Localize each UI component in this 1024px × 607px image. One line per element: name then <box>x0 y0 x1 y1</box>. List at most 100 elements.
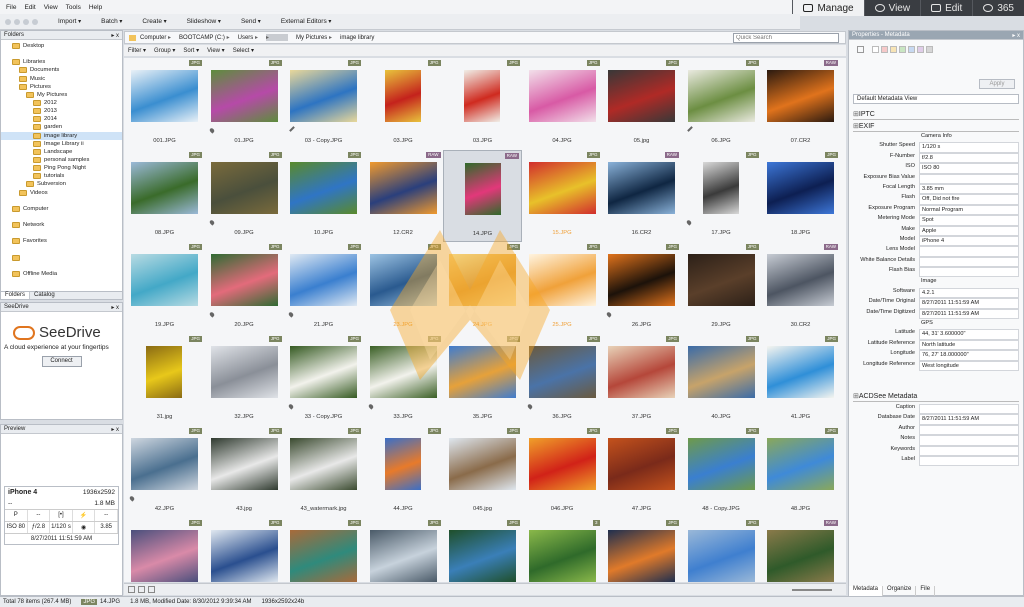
mode-manage[interactable]: Manage <box>792 0 864 16</box>
thumbnail-item[interactable]: JPG <box>125 518 204 582</box>
tree-item[interactable]: personal samples <box>1 156 122 164</box>
tree-item[interactable]: Desktop <box>1 42 122 50</box>
thumbnail-item[interactable]: RAW 14.JPG <box>443 150 522 242</box>
tab-file[interactable]: File <box>916 586 936 596</box>
acdsee-metadata-section[interactable]: ACDSee Metadata <box>853 392 1019 402</box>
tab-catalog[interactable]: Catalog <box>30 292 59 299</box>
tab-organize[interactable]: Organize <box>883 586 917 596</box>
thumbnail-item[interactable]: JPG <box>682 518 761 582</box>
thumbnail-item[interactable]: RAW 16.CR2 <box>602 150 681 242</box>
thumbnail-item[interactable]: JPG 03 - Copy.JPG <box>284 58 363 150</box>
tree-item[interactable]: 2012 <box>1 99 122 107</box>
metadata-value[interactable]: Normal Program <box>919 204 1019 216</box>
tree-item[interactable]: Landscape <box>1 148 122 156</box>
tab-metadata[interactable]: Metadata <box>849 586 884 596</box>
tree-item[interactable]: Network <box>1 221 122 229</box>
connect-button[interactable]: Connect <box>41 356 82 367</box>
thumbnail-item[interactable]: JPG 20.JPG <box>205 242 284 334</box>
crumb-bootcamp[interactable]: BOOTCAMP (C:) <box>179 34 230 41</box>
crumb-my-pictures[interactable]: My Pictures <box>296 34 332 41</box>
thumbnail-item[interactable]: RAW 30.CR2 <box>761 242 840 334</box>
close-icon[interactable]: ▸ x <box>1012 32 1020 39</box>
crumb-computer[interactable]: Computer <box>140 34 171 41</box>
thumbnail-item[interactable]: 3 <box>523 518 602 582</box>
send-button[interactable]: Send <box>241 18 261 25</box>
thumbnail-item[interactable]: RAW <box>761 518 840 582</box>
tree-item[interactable]: tutorials <box>1 172 122 180</box>
menu-tools[interactable]: Tools <box>66 4 81 11</box>
tree-item[interactable]: Image Library ii <box>1 140 122 148</box>
swatch-icon[interactable] <box>908 45 915 53</box>
thumbnail-item[interactable]: JPG 001.JPG <box>125 58 204 150</box>
metadata-value[interactable]: 8/27/2011 11:51:59 AM <box>919 414 1019 425</box>
metadata-value[interactable]: 4.2.1 <box>919 287 1019 299</box>
thumbnail-item[interactable]: JPG 48.JPG <box>761 426 840 518</box>
thumbnail-item[interactable]: JPG 48 - Copy.JPG <box>682 426 761 518</box>
menu-view[interactable]: View <box>44 4 58 11</box>
metadata-value[interactable]: f/2.8 <box>919 152 1019 164</box>
metadata-value[interactable] <box>919 173 1019 184</box>
tree-item[interactable]: Videos <box>1 189 122 197</box>
metadata-value[interactable]: 76, 27' 18.000000" <box>919 350 1019 361</box>
tree-item[interactable] <box>1 254 122 262</box>
metadata-value[interactable]: 8/27/2011 11:51:59 AM <box>919 298 1019 309</box>
tree-item[interactable]: Subversion <box>1 180 122 188</box>
pin-icon[interactable]: ▸ x <box>111 304 119 311</box>
metadata-value[interactable]: 1/120 s <box>919 142 1019 153</box>
metadata-value[interactable]: iPhone 4 <box>919 235 1019 247</box>
apply-button[interactable]: Apply <box>979 79 1015 89</box>
filter-menu[interactable]: Filter <box>128 47 146 54</box>
thumbnail-item[interactable]: JPG 15.JPG <box>523 150 602 242</box>
tree-item[interactable]: Ping Pong Night <box>1 164 122 172</box>
thumbnail-item[interactable]: JPG 47.JPG <box>602 426 681 518</box>
crumb-users[interactable]: Users <box>238 34 258 41</box>
metadata-value[interactable]: West longitude <box>919 360 1019 371</box>
refresh-icon[interactable] <box>148 586 155 593</box>
thumbnail-item[interactable]: JPG 18.JPG <box>761 150 840 242</box>
thumbnail-item[interactable]: JPG 24.JPG <box>443 242 522 334</box>
metadata-view-select[interactable]: Default Metadata View <box>853 94 1019 104</box>
zoom-slider[interactable] <box>792 589 832 591</box>
pin-icon[interactable]: ▸ x <box>111 32 119 39</box>
metadata-value[interactable] <box>919 256 1019 268</box>
thumbnail-item[interactable]: JPG 26.JPG <box>602 242 681 334</box>
iptc-section[interactable]: IPTC <box>853 110 1019 120</box>
thumbnail-item[interactable]: JPG 42.JPG <box>125 426 204 518</box>
menu-file[interactable]: File <box>6 4 16 11</box>
metadata-value[interactable] <box>919 424 1019 436</box>
thumbnail-item[interactable]: JPG 35.JPG <box>443 334 522 426</box>
thumbnail-item[interactable]: JPG 29.JPG <box>682 242 761 334</box>
thumbnail-item[interactable]: JPG 03.JPG <box>364 58 443 150</box>
thumbnail-item[interactable]: JPG 33 - Copy.JPG <box>284 334 363 426</box>
tree-item[interactable]: Pictures <box>1 83 122 91</box>
thumbnail-item[interactable]: JPG 19.JPG <box>125 242 204 334</box>
tree-item[interactable]: Libraries <box>1 58 122 66</box>
rotate-icon[interactable] <box>138 586 145 593</box>
menu-help[interactable]: Help <box>89 4 102 11</box>
swatch-icon[interactable] <box>890 45 897 53</box>
swatch-icon[interactable] <box>881 45 888 53</box>
metadata-value[interactable] <box>919 445 1019 456</box>
crumb-image-library[interactable]: image library <box>340 35 374 41</box>
thumbnail-item[interactable]: JPG 33.JPG <box>364 334 443 426</box>
metadata-value[interactable]: ISO 80 <box>919 163 1019 174</box>
thumbnail-item[interactable]: JPG 045.jpg <box>443 426 522 518</box>
thumbnail-item[interactable]: JPG 03.JPG <box>443 58 522 150</box>
thumbnail-item[interactable]: JPG <box>284 518 363 582</box>
tree-item[interactable] <box>1 50 122 58</box>
select-menu[interactable]: Select <box>233 47 254 54</box>
thumbnail-item[interactable]: RAW 07.CR2 <box>761 58 840 150</box>
group-menu[interactable]: Group <box>154 47 175 54</box>
navigation-icon[interactable] <box>4 18 44 26</box>
exif-section[interactable]: EXIF <box>853 122 1019 132</box>
thumbnail-item[interactable]: RAW 12.CR2 <box>364 150 443 242</box>
thumbnail-item[interactable]: JPG 21.JPG <box>284 242 363 334</box>
tree-item[interactable]: Documents <box>1 66 122 74</box>
thumbnail-item[interactable]: JPG 10.JPG <box>284 150 363 242</box>
slideshow-button[interactable]: Slideshow <box>187 18 221 25</box>
metadata-value[interactable]: North latitude <box>919 339 1019 351</box>
thumbnail-item[interactable]: JPG 08.JPG <box>125 150 204 242</box>
pin-icon[interactable]: ▸ x <box>111 426 119 433</box>
thumbnail-item[interactable]: JPG 09.JPG <box>205 150 284 242</box>
sort-menu[interactable]: Sort <box>183 47 199 54</box>
